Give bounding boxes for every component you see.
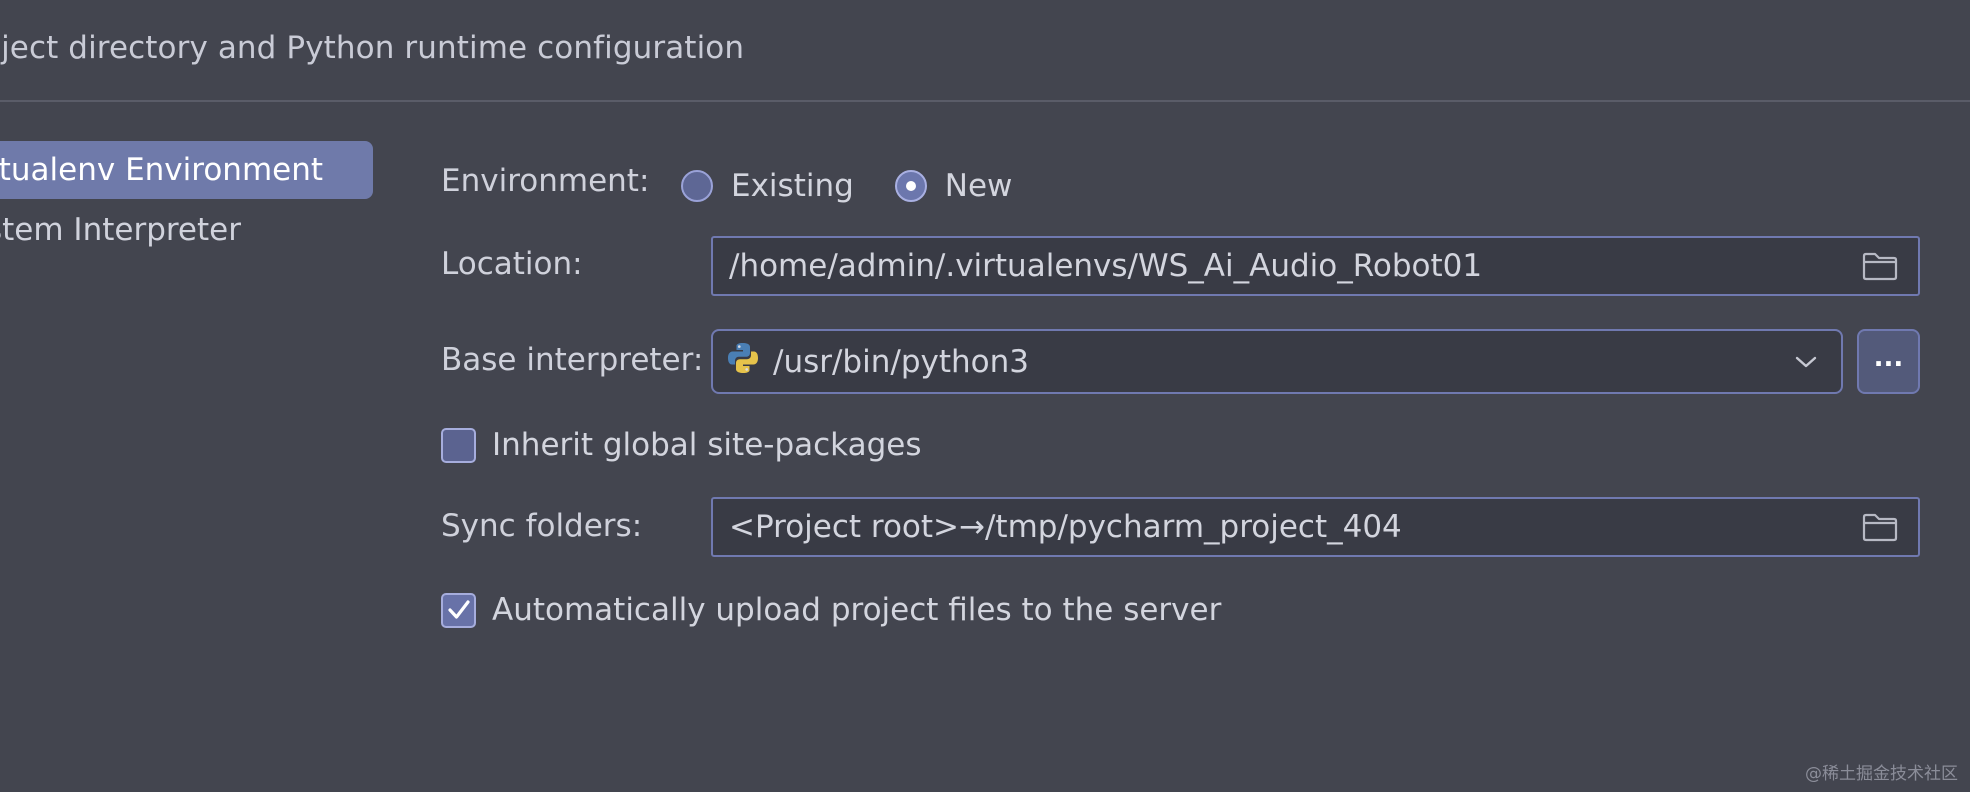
inherit-global-checkbox-row[interactable]: Inherit global site-packages [441, 427, 921, 463]
auto-upload-checkbox[interactable] [441, 592, 476, 628]
sidebar-item-virtualenv-environment[interactable]: rtualenv Environment [0, 141, 373, 199]
radio-circle [681, 170, 713, 202]
base-interpreter-value: /usr/bin/python3 [773, 343, 1029, 380]
python-icon [725, 340, 761, 384]
inherit-global-label: Inherit global site-packages [492, 427, 922, 463]
sync-folders-value: <Project root>→/tmp/pycharm_project_404 [729, 509, 1402, 545]
environment-existing-radio[interactable]: Existing [681, 168, 854, 204]
sync-folders-label: Sync folders: [441, 508, 643, 544]
radio-label: Existing [731, 168, 854, 204]
location-value: /home/admin/.virtualenvs/WS_Ai_Audio_Rob… [729, 248, 1483, 284]
browse-interpreter-button[interactable]: ... [1857, 329, 1920, 394]
environment-label: Environment: [441, 163, 650, 199]
sync-folders-field[interactable]: <Project root>→/tmp/pycharm_project_404 [711, 497, 1920, 557]
base-interpreter-label: Base interpreter: [441, 342, 704, 378]
sidebar-item-label: rtualenv Environment [0, 152, 324, 188]
radio-label: New [944, 168, 1013, 204]
checkmark-icon [447, 600, 470, 619]
page-title: oject directory and Python runtime confi… [0, 30, 745, 66]
chevron-down-icon [1793, 352, 1819, 372]
location-label: Location: [441, 246, 583, 282]
header-divider [0, 100, 1970, 102]
auto-upload-label: Automatically upload project files to th… [492, 592, 1222, 628]
dialog-page: oject directory and Python runtime confi… [0, 0, 1970, 792]
location-field[interactable]: /home/admin/.virtualenvs/WS_Ai_Audio_Rob… [711, 236, 1920, 296]
auto-upload-checkbox-row[interactable]: Automatically upload project files to th… [441, 592, 1221, 628]
inherit-global-checkbox[interactable] [441, 427, 476, 463]
folder-icon[interactable] [1862, 251, 1898, 281]
radio-dot [905, 181, 916, 191]
environment-new-radio[interactable]: New [894, 168, 1013, 204]
environment-radio-group: Existing New [681, 163, 1053, 209]
base-interpreter-dropdown[interactable]: /usr/bin/python3 [711, 329, 1843, 394]
watermark: @稀土掘金技术社区 [1805, 764, 1958, 784]
folder-icon[interactable] [1862, 512, 1898, 542]
sidebar-item-system-interpreter[interactable]: stem Interpreter [0, 201, 373, 259]
sidebar-item-label: stem Interpreter [0, 212, 241, 248]
radio-circle [894, 170, 927, 202]
